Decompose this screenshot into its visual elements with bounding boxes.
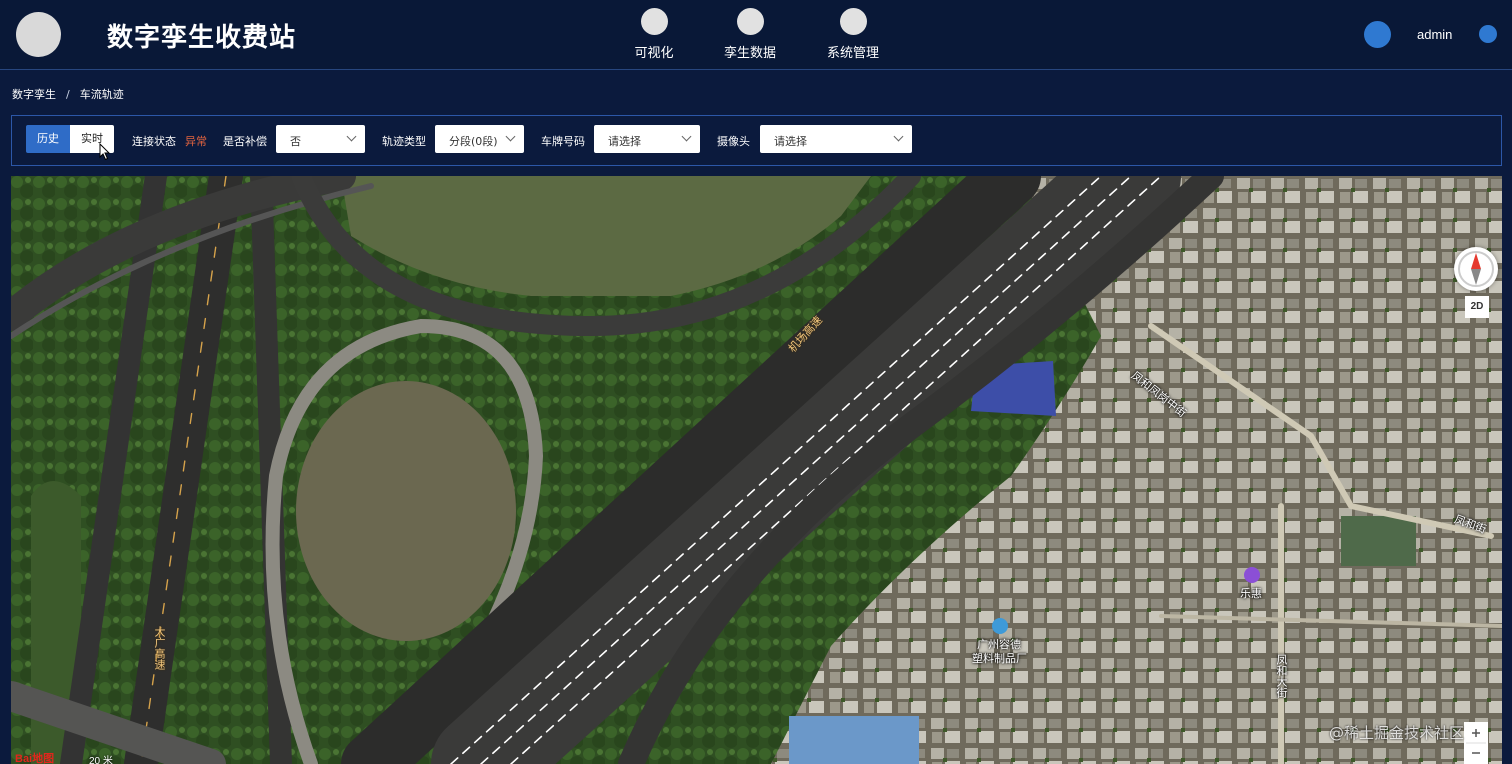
connection-status-label: 连接状态 [132,135,176,148]
breadcrumb: 数字孪生 / 车流轨迹 [12,86,124,102]
watermark: @稀土掘金技术社区 [1329,724,1465,742]
nav-system-management-icon [839,8,867,35]
zoom-plus-minus-icon [1466,729,1486,754]
nav-twin-data[interactable]: 孪生数据 [710,8,790,61]
breadcrumb-current: 车流轨迹 [79,88,124,101]
plate-number-select-value: 请选择 [608,135,641,148]
map-2d-toggle[interactable]: 2D [1465,296,1489,318]
app-logo[interactable] [16,12,61,57]
chevron-down-icon [681,131,692,142]
factory-icon[interactable] [992,618,1008,634]
track-type-label: 轨迹类型 [382,135,426,148]
nav-twin-data-label: 孪生数据 [723,46,776,61]
top-header: 数字孪生收费站 可视化 孪生数据 系统管理 admin [0,0,1512,70]
compass-button[interactable] [1454,247,1498,291]
camera-select[interactable]: 请选择 [760,125,912,153]
nav-visualization-icon [640,8,668,35]
zoom-controls[interactable] [1464,722,1488,764]
nav-system-management-label: 系统管理 [826,46,879,61]
user-name[interactable]: admin [1417,27,1452,42]
compass-icon [1458,251,1494,287]
poi-factory-line2[interactable]: 塑料制品厂 [972,650,1027,666]
camera-select-value: 请选择 [774,135,807,148]
mouse-cursor-icon [99,143,111,161]
compensate-label: 是否补偿 [223,135,267,148]
compensate-select[interactable]: 否 [276,125,365,153]
breadcrumb-separator: / [66,88,70,101]
fenghe-avenue-label: 凤和大街 [1275,654,1288,698]
breadcrumb-root[interactable]: 数字孪生 [12,88,56,101]
app-title: 数字孪生收费站 [107,23,297,53]
compensate-select-value: 否 [290,135,301,148]
chevron-down-icon [346,131,357,142]
connection-status-value: 异常 [185,135,207,148]
nav-visualization-label: 可视化 [634,46,674,61]
filter-bar: 历史 实时 连接状态 异常 是否补偿 否 轨迹类型 分段(0段) 车牌号码 请选… [11,115,1502,166]
track-type-select-value: 分段(0段) [449,135,498,148]
plate-number-select[interactable]: 请选择 [594,125,700,153]
plate-number-label: 车牌号码 [541,135,585,148]
mode-history-button[interactable]: 历史 [26,125,70,153]
map-scale: 20 米 [89,756,113,764]
camera-label: 摄像头 [717,135,750,148]
chevron-down-icon [893,131,904,142]
nav-visualization[interactable]: 可视化 [614,8,694,61]
nav-system-management[interactable]: 系统管理 [813,8,893,61]
user-menu-icon[interactable] [1479,25,1497,43]
track-type-select[interactable]: 分段(0段) [435,125,524,153]
guangda-expressway-label: 大广高速 [153,626,166,670]
poi-lehui-label[interactable]: 乐惠 [1240,585,1262,601]
map-provider-logo: Bai地图 [15,753,55,764]
user-avatar[interactable] [1364,21,1391,48]
nav-twin-data-icon [736,8,764,35]
satellite-map[interactable]: 机场高速 大广高速 凤和凤岗中街 凤和街 凤和大街 乐惠 广州容德 塑料制品厂 … [11,176,1502,764]
chevron-down-icon [505,131,516,142]
shopping-cart-icon[interactable] [1244,567,1260,583]
